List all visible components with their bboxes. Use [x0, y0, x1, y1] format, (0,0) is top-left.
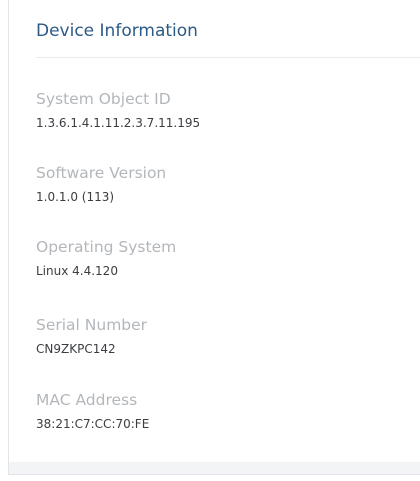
field-software-version: Software Version 1.0.1.0 (113) [36, 162, 416, 205]
device-information-panel: Device Information System Object ID 1.3.… [8, 0, 420, 475]
field-value: CN9ZKPC142 [36, 342, 116, 356]
field-value: 38:21:C7:CC:70:FE [36, 417, 150, 431]
field-label: Serial Number [36, 316, 148, 334]
field-serial-number: Serial Number CN9ZKPC142 [36, 314, 416, 357]
panel-footer [9, 462, 420, 474]
field-label: MAC Address [36, 391, 138, 409]
field-operating-system: Operating System Linux 4.4.120 [36, 236, 416, 279]
field-value: 1.0.1.0 (113) [36, 190, 115, 204]
field-mac-address: MAC Address 38:21:C7:CC:70:FE [36, 389, 416, 432]
header-divider [36, 57, 420, 58]
field-value: 1.3.6.1.4.1.11.2.3.7.11.195 [36, 116, 201, 130]
field-label: Operating System [36, 238, 177, 256]
field-value: Linux 4.4.120 [36, 264, 118, 278]
panel-title: Device Information [36, 21, 198, 41]
field-label: Software Version [36, 164, 167, 182]
panel-header: Device Information [9, 0, 420, 58]
field-label: System Object ID [36, 90, 171, 108]
field-system-object-id: System Object ID 1.3.6.1.4.1.11.2.3.7.11… [36, 88, 416, 131]
